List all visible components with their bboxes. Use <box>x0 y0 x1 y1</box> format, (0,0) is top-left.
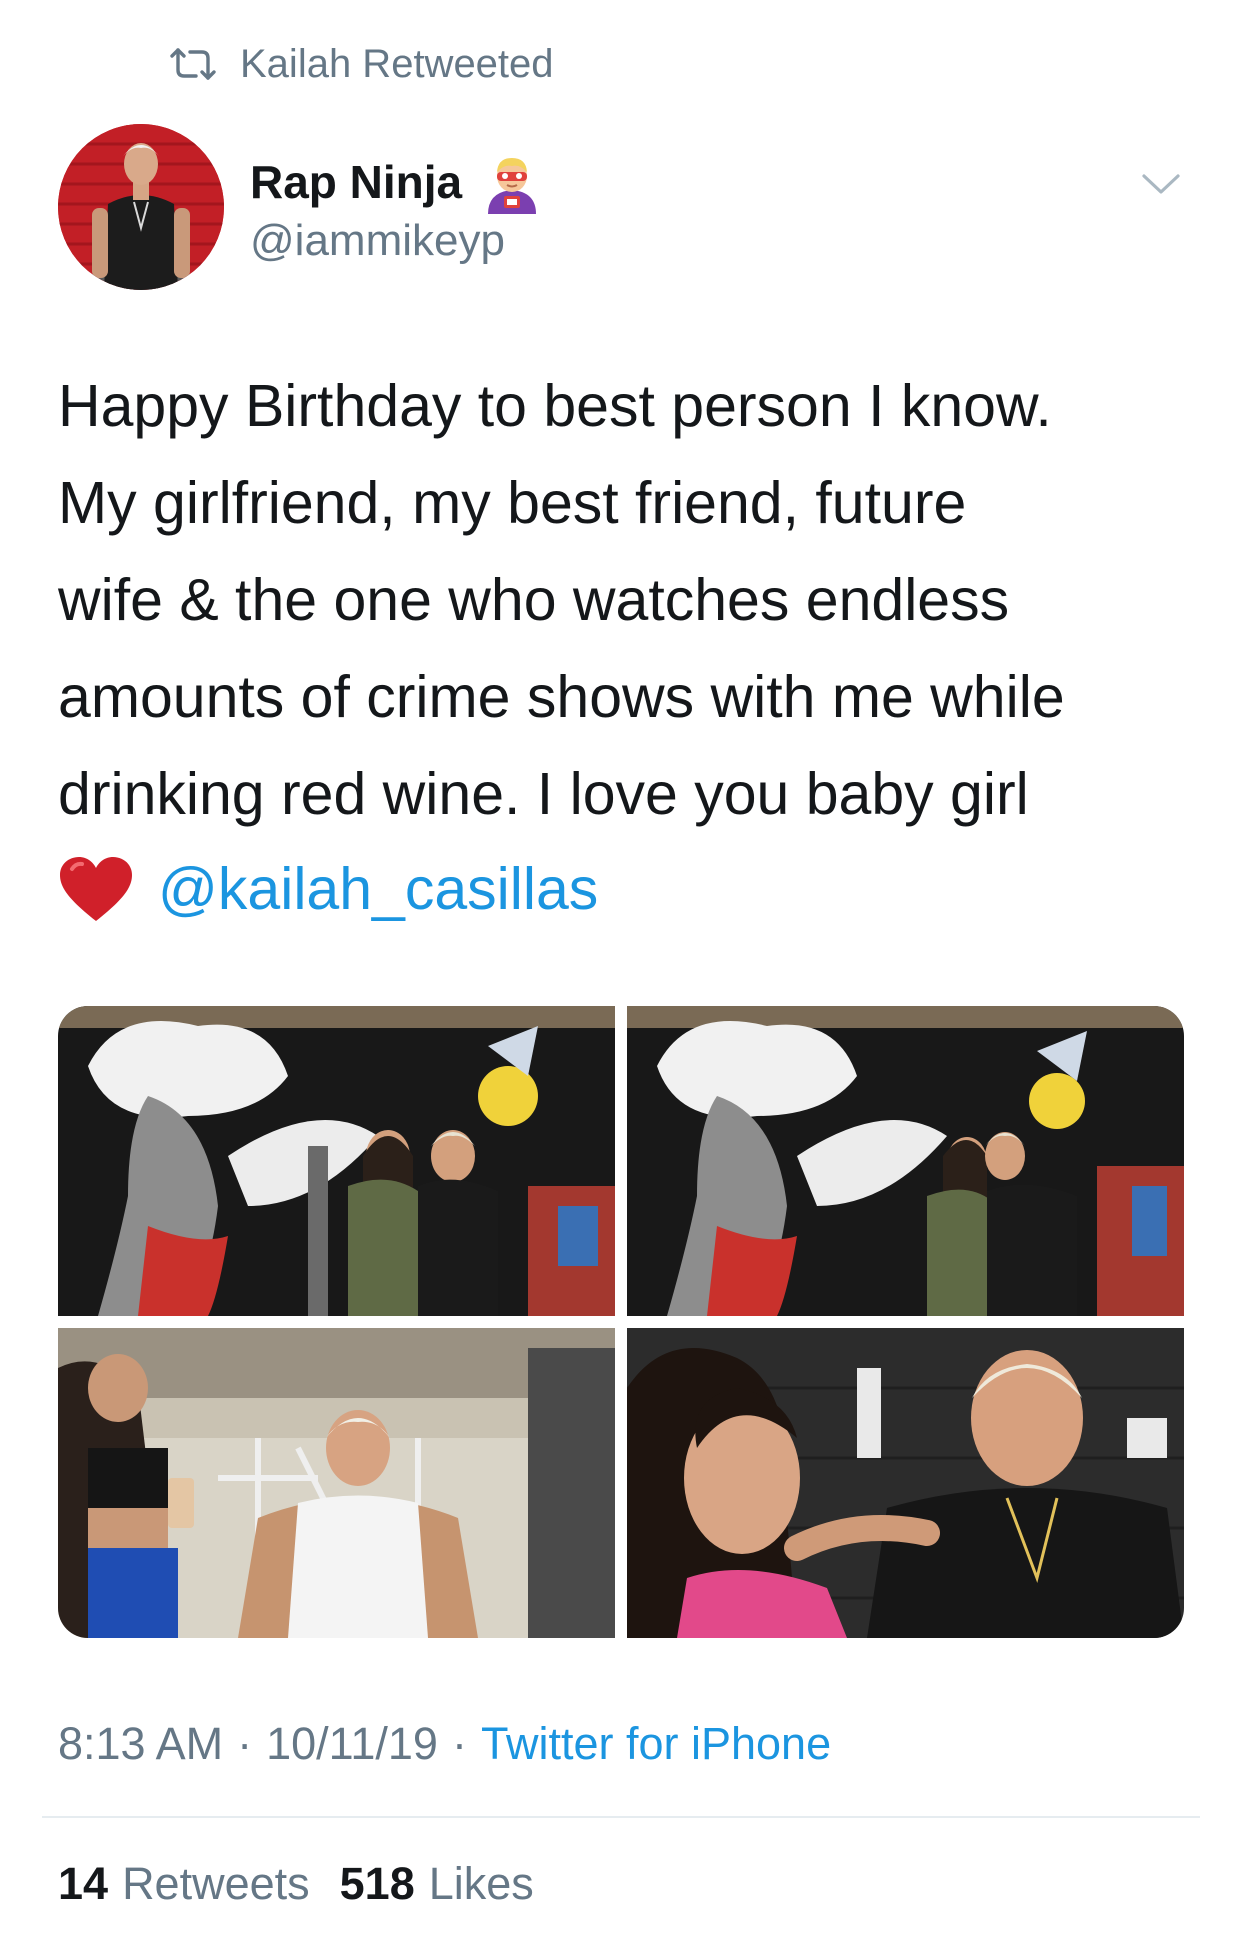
media-grid <box>58 1006 1184 1638</box>
tweet-meta: 8:13 AM · 10/11/19 · Twitter for iPhone <box>58 1718 831 1770</box>
tweet-date[interactable]: 10/11/19 <box>266 1718 438 1770</box>
retweets-label: Retweets <box>122 1858 310 1909</box>
tweet-header: Rap Ninja @iammikeyp <box>58 124 1184 292</box>
red-heart-emoji <box>58 855 134 923</box>
tweet-text: Happy Birthday to best person I know. My… <box>58 373 1065 827</box>
retweets-count: 14 <box>58 1858 109 1909</box>
tweet-stats: 14 Retweets 518 Likes <box>58 1858 534 1910</box>
likes-count: 518 <box>339 1858 415 1909</box>
meta-separator: · <box>237 1718 253 1769</box>
author-display-name[interactable]: Rap Ninja <box>250 159 462 205</box>
retweet-context-label: Kailah Retweeted <box>240 41 554 86</box>
meta-separator: · <box>451 1718 467 1769</box>
photo-mural-kiss[interactable] <box>627 1006 1184 1316</box>
retweet-icon <box>168 46 218 82</box>
tweet-time[interactable]: 8:13 AM <box>58 1718 223 1770</box>
mention-link[interactable]: @kailah_casillas <box>158 855 598 923</box>
ninja-superhero-emoji <box>480 150 544 214</box>
chevron-down-icon[interactable] <box>1138 168 1184 198</box>
likes-label: Likes <box>428 1858 534 1909</box>
author-handle[interactable]: @iammikeyp <box>250 216 505 266</box>
tweet-source-link[interactable]: Twitter for iPhone <box>481 1718 831 1770</box>
retweet-context[interactable]: Kailah Retweeted <box>168 40 554 88</box>
likes-stat[interactable]: 518 Likes <box>340 1858 534 1910</box>
retweets-stat[interactable]: 14 Retweets <box>58 1858 310 1910</box>
photo-mural-couple[interactable] <box>58 1006 615 1316</box>
tweet-text-last-line: @kailah_casillas <box>58 846 598 932</box>
photo-couple-portrait[interactable] <box>627 1328 1184 1638</box>
avatar[interactable] <box>58 124 224 290</box>
photo-gym-selfie[interactable] <box>58 1328 615 1638</box>
divider <box>42 1816 1200 1818</box>
author-name-row[interactable]: Rap Ninja <box>250 150 544 214</box>
